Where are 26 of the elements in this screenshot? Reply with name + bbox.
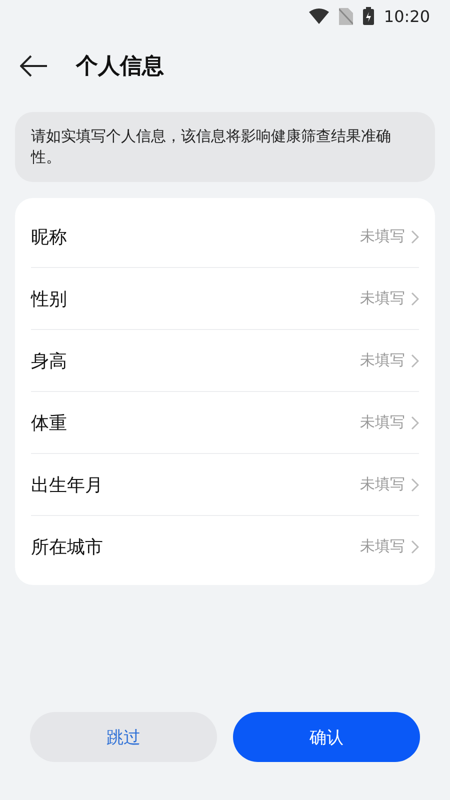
chevron-right-icon (411, 478, 419, 492)
confirm-button[interactable]: 确认 (233, 712, 420, 762)
page-title: 个人信息 (76, 53, 164, 81)
chevron-right-icon (411, 540, 419, 554)
field-label: 性别 (31, 288, 67, 310)
chevron-right-icon (411, 230, 419, 244)
no-sim-icon (338, 8, 353, 24)
wifi-icon (308, 8, 329, 24)
skip-button[interactable]: 跳过 (30, 712, 217, 762)
field-label: 身高 (31, 350, 67, 372)
field-label: 出生年月 (31, 474, 103, 496)
chevron-right-icon (411, 416, 419, 430)
notice-text: 请如实填写个人信息，该信息将影响健康筛查结果准确性。 (15, 112, 435, 182)
chevron-right-icon (411, 292, 419, 306)
chevron-right-icon (411, 354, 419, 368)
field-value-button[interactable]: 未填写 (360, 351, 419, 370)
field-value-button[interactable]: 未填写 (360, 475, 419, 494)
battery-icon (362, 7, 374, 25)
field-label: 昵称 (31, 226, 67, 248)
clock-time: 10:20 (384, 6, 430, 26)
field-value-button[interactable]: 未填写 (360, 537, 419, 556)
field-label: 体重 (31, 412, 67, 434)
field-value-button[interactable]: 未填写 (360, 289, 419, 308)
field-value-button[interactable]: 未填写 (360, 227, 419, 246)
field-label: 所在城市 (31, 536, 103, 558)
field-value-button[interactable]: 未填写 (360, 413, 419, 432)
